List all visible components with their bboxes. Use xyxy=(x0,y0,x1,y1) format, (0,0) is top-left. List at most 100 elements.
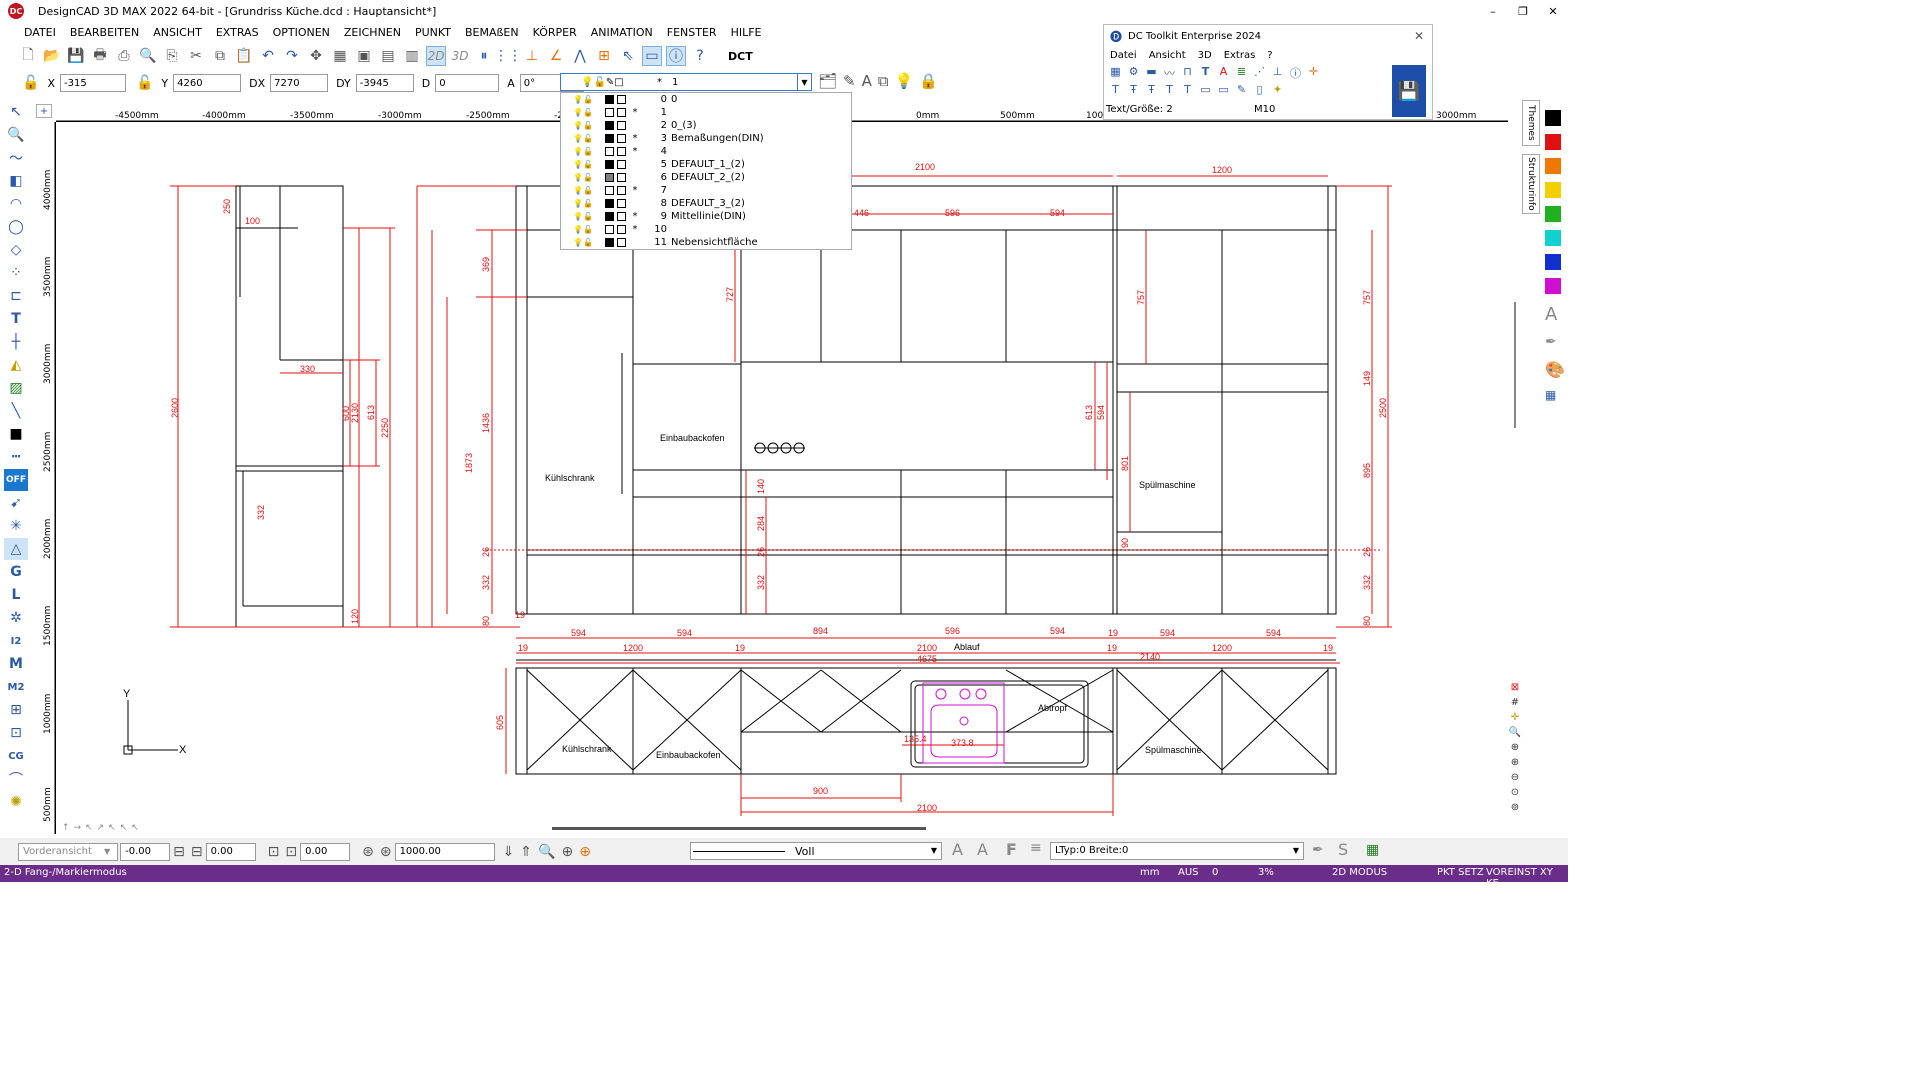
tk-screen1-icon[interactable]: ▭ xyxy=(1198,83,1213,98)
target-icon[interactable]: ⊕ xyxy=(561,844,573,860)
window-icon[interactable]: ▭ xyxy=(642,46,662,66)
layer-status-icons[interactable]: 💡🔓 xyxy=(561,173,605,182)
linetype-select[interactable]: LTyp:0 Breite:0 ▼ xyxy=(1050,842,1304,860)
zoom-fit-icon[interactable]: 🔍 xyxy=(1508,727,1522,742)
box-icon[interactable]: ◧ xyxy=(4,170,28,192)
value-input-3[interactable] xyxy=(300,842,351,861)
snap-g-icon[interactable]: G xyxy=(4,561,28,583)
new-file-icon[interactable]: 🗋 xyxy=(18,46,38,66)
color-fill-icon[interactable]: ■ xyxy=(4,423,28,445)
y-input[interactable] xyxy=(173,74,242,92)
layer-status-icons[interactable]: 💡🔓 xyxy=(561,147,605,156)
layer-row[interactable]: 💡🔓 8 DEFAULT_3_(2) xyxy=(561,197,851,210)
offset2-icon[interactable]: ⊡ xyxy=(285,844,297,860)
color-swatch-orange[interactable] xyxy=(1545,158,1561,174)
font-grow-icon[interactable]: A xyxy=(952,840,963,859)
redraw-icon[interactable]: ▦ xyxy=(330,46,350,66)
font-style-icon[interactable]: A xyxy=(1545,304,1557,325)
toolkit-close-icon[interactable]: ✕ xyxy=(1414,29,1424,43)
line-style-select[interactable]: Voll ▼ xyxy=(690,842,942,860)
menu-extras[interactable]: EXTRAS xyxy=(216,26,259,39)
tk-text-icon[interactable]: T xyxy=(1198,65,1213,80)
zoom-grid-icon[interactable]: # xyxy=(1508,697,1522,712)
layer-row[interactable]: 💡🔓 0 0 xyxy=(561,93,851,106)
menu-punkt[interactable]: PUNKT xyxy=(415,26,451,39)
zoom-plus-icon[interactable]: ⊕ xyxy=(1508,757,1522,772)
palette-icon[interactable]: 🎨 xyxy=(1545,360,1565,379)
color-swatch-magenta[interactable] xyxy=(1545,278,1561,294)
pen-style-icon[interactable]: ✒ xyxy=(1545,334,1557,350)
lock-icon[interactable]: 🔓 xyxy=(22,75,39,91)
horizontal-scrollbar[interactable] xyxy=(552,827,926,830)
layer-manager-icon[interactable]: 🗂 xyxy=(818,72,837,90)
color-swatch-yellow[interactable] xyxy=(1545,182,1561,198)
grid-icon[interactable]: ⋮⋮ xyxy=(494,46,522,66)
snap-star-icon[interactable]: ✲ xyxy=(4,607,28,629)
minimize-button[interactable]: – xyxy=(1478,0,1508,22)
value-input-1[interactable] xyxy=(120,842,171,861)
menu-optionen[interactable]: OPTIONEN xyxy=(273,26,330,39)
zoom-out-icon[interactable]: ⊖ xyxy=(1508,772,1522,787)
toolkit-menu-datei[interactable]: Datei xyxy=(1110,50,1137,61)
color-swatch-black[interactable] xyxy=(1545,110,1561,126)
tk-text4-icon[interactable]: T xyxy=(1162,83,1177,98)
tk-text1-icon[interactable]: T xyxy=(1108,83,1123,98)
zoom-snap-icon[interactable]: ✛ xyxy=(1508,712,1522,727)
chevron-down-icon[interactable]: ▼ xyxy=(1293,846,1299,855)
toolkit-menu-help[interactable]: ? xyxy=(1267,50,1272,61)
align-h-icon[interactable]: ⊟ xyxy=(173,844,185,860)
layer-status-icons[interactable]: 💡🔓 xyxy=(561,212,605,221)
zoom-region-icon[interactable]: 🔍 xyxy=(538,844,555,860)
help-icon[interactable]: ? xyxy=(690,46,710,66)
chevron-down-icon[interactable]: ▼ xyxy=(104,847,110,856)
print-preview-icon[interactable]: 🔍 xyxy=(138,46,158,66)
tk-nodes-icon[interactable]: ⋰ xyxy=(1252,65,1267,80)
layer-row[interactable]: 💡🔓 * 9 Mittellinie(DIN) xyxy=(561,210,851,223)
text-size-icon[interactable]: A xyxy=(862,72,872,90)
lock-icon[interactable]: 🔓 xyxy=(136,75,153,91)
snap-m-icon[interactable]: M xyxy=(4,653,28,675)
dx-input[interactable] xyxy=(270,74,329,92)
dct-button[interactable]: DCT xyxy=(728,50,753,63)
menu-ansicht[interactable]: ANSICHT xyxy=(153,26,202,39)
text-tool-icon[interactable]: T xyxy=(4,308,28,330)
strukturinfo-tab[interactable]: Strukturinfo xyxy=(1522,154,1540,214)
tk-paint-icon[interactable]: ✦ xyxy=(1270,83,1285,98)
cursor-icon[interactable]: ⇖ xyxy=(618,46,638,66)
move-up-icon[interactable]: ⇑ xyxy=(520,844,532,860)
info-icon[interactable]: ⓘ xyxy=(666,46,686,66)
layer-status-icons[interactable]: 💡🔓 xyxy=(561,160,605,169)
triangle-snap-icon[interactable]: △ xyxy=(4,538,28,560)
layer-row[interactable]: 💡🔓 * 1 xyxy=(561,106,851,119)
magic-icon[interactable]: ✳ xyxy=(4,515,28,537)
menu-zeichnen[interactable]: ZEICHNEN xyxy=(344,26,401,39)
open-file-icon[interactable]: 📂 xyxy=(42,46,62,66)
move-down-icon[interactable]: ⇓ xyxy=(503,844,515,860)
tk-grid-icon[interactable]: ▦ xyxy=(1108,65,1123,80)
cross-icon[interactable]: ┼ xyxy=(4,331,28,353)
polyline-icon[interactable]: 〜 xyxy=(4,147,28,169)
layer-status-icons[interactable]: 💡🔓 xyxy=(561,225,605,234)
line-weight-icon[interactable]: ┅ xyxy=(4,446,28,468)
view-select[interactable] xyxy=(18,842,118,861)
snap-icon[interactable]: ⋀ xyxy=(570,46,590,66)
font-shrink-icon[interactable]: A xyxy=(977,840,988,859)
tk-stack-icon[interactable]: ≣ xyxy=(1234,65,1249,80)
pen-icon[interactable]: ✒ xyxy=(1312,842,1324,858)
close-button[interactable]: ✕ xyxy=(1538,0,1568,22)
export-icon[interactable]: ⎘ xyxy=(162,46,182,66)
color-swatch-blue[interactable] xyxy=(1545,254,1561,270)
layer-status-icons[interactable]: 💡🔓 xyxy=(561,121,605,130)
view-3-icon[interactable]: ▥ xyxy=(402,46,422,66)
menu-datei[interactable]: DATEI xyxy=(24,26,56,39)
layer-status-icons[interactable]: 💡🔓 xyxy=(561,199,605,208)
layer-status-icons[interactable]: 💡🔓 xyxy=(561,95,605,104)
padlock-icon[interactable]: 🔒 xyxy=(919,72,938,90)
layer-row[interactable]: 💡🔓 2 0_(3) xyxy=(561,119,851,132)
zoom-in-icon[interactable]: ⊕ xyxy=(1508,742,1522,757)
snap-m2-icon[interactable]: M2 xyxy=(4,676,28,698)
tk-line-icon[interactable]: ▬ xyxy=(1144,65,1159,80)
view-2-icon[interactable]: ▤ xyxy=(378,46,398,66)
tk-text3-icon[interactable]: Ŧ xyxy=(1144,83,1159,98)
view-2d-button[interactable]: 2D xyxy=(426,46,446,66)
